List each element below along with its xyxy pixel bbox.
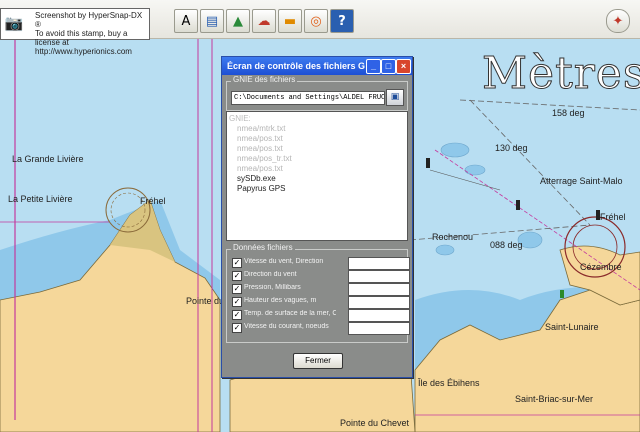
group-title: Données fichiers (231, 243, 295, 252)
maximize-icon[interactable]: □ (381, 59, 396, 74)
map-label: Île des Ébihens (418, 378, 480, 388)
minimize-icon[interactable]: _ (366, 59, 381, 74)
lifebuoy-icon[interactable]: ◎ (304, 9, 328, 33)
checkbox-label: Hauteur des vagues, m (244, 297, 317, 304)
map-label: Rochenou (432, 232, 474, 242)
dialog-title: Écran de contrôle des fichiers G... (227, 61, 365, 71)
tree-item[interactable]: Papyrus GPS (237, 184, 285, 193)
checkbox-label: Direction du vent (244, 271, 297, 278)
tree-item[interactable]: nmea/pos.txt (237, 144, 283, 153)
text-tool-icon[interactable]: A (174, 9, 198, 33)
checkbox[interactable]: ✓ (232, 323, 242, 333)
checkbox-label: Vitesse du vent, Direction (244, 258, 324, 265)
tree-root: GNIE: (229, 114, 251, 123)
map-label: Atterrage Saint-Malo (540, 176, 623, 186)
map-label: Pointe du Chevet (340, 418, 410, 428)
watermark-line: http://www.hyperionics.com (35, 47, 132, 56)
group-title: GNIE des fichiers (231, 75, 298, 84)
checkbox-label: Pression, Millibars (244, 284, 301, 291)
data-row-pressure[interactable]: ✓ Pression, Millibars (232, 283, 410, 296)
data-row-current-speed[interactable]: ✓ Vitesse du courant, noeuds (232, 322, 410, 335)
gps-icon[interactable]: ▬ (278, 9, 302, 33)
checkbox[interactable]: ✓ (232, 297, 242, 307)
checkbox[interactable]: ✓ (232, 310, 242, 320)
map-label: Fréhel (600, 212, 626, 222)
weather-icon[interactable]: ☁ (252, 9, 276, 33)
close-icon[interactable]: × (396, 59, 411, 74)
help-icon[interactable]: ? (330, 9, 354, 33)
watermark-line: Screenshot by HyperSnap-DX ® (35, 11, 143, 29)
map-label: La Petite Livière (8, 194, 73, 204)
map-label: Cézembre (580, 262, 622, 272)
gnie-file-tree[interactable]: GNIE: nmea/mtrk.txt nmea/pos.txt nmea/po… (226, 111, 408, 241)
tree-item[interactable]: nmea/pos.txt (237, 134, 283, 143)
hypersnap-watermark: 📷 Screenshot by HyperSnap-DX ® To avoid … (0, 8, 150, 56)
checkbox-label: Temp. de surface de la mer, C (244, 310, 336, 317)
chart-layers-icon[interactable]: ▤ (200, 9, 224, 33)
watermark-line: To avoid this stamp, buy a license at (35, 29, 128, 47)
map-label: Fréhel (140, 196, 166, 206)
close-button[interactable]: Fermer (293, 353, 343, 369)
map-label: Saint-Briac-sur-Mer (515, 394, 594, 404)
tree-item[interactable]: nmea/pos.txt (237, 164, 283, 173)
camera-icon: 📷 (4, 15, 24, 32)
value-field[interactable] (348, 283, 410, 296)
unit-label: Mètres (481, 48, 640, 100)
map-label: 130 deg (495, 143, 528, 153)
checkbox[interactable]: ✓ (232, 271, 242, 281)
grib-control-dialog: Écran de contrôle des fichiers G... _ □ … (221, 56, 413, 378)
path-field[interactable]: C:\Documents and Settings\ALDEL FRUCTES\ (231, 91, 385, 105)
map-label: 158 deg (552, 108, 585, 118)
map-label: La Grande Livière (12, 154, 84, 164)
value-field[interactable] (348, 257, 410, 270)
data-row-wave-height[interactable]: ✓ Hauteur des vagues, m (232, 296, 410, 309)
data-row-sea-temp[interactable]: ✓ Temp. de surface de la mer, C (232, 309, 410, 322)
tide-icon[interactable]: ▲ (226, 9, 250, 33)
map-label: 088 deg (490, 240, 523, 250)
value-field[interactable] (348, 322, 410, 335)
data-row-wind-speed[interactable]: ✓ Vitesse du vent, Direction (232, 257, 410, 270)
value-field[interactable] (348, 309, 410, 322)
checkbox[interactable]: ✓ (232, 284, 242, 294)
tree-item[interactable]: nmea/mtrk.txt (237, 124, 285, 133)
dialog-titlebar[interactable]: Écran de contrôle des fichiers G... _ □ … (222, 57, 412, 75)
tree-item[interactable]: sySDb.exe (237, 174, 276, 183)
value-field[interactable] (348, 270, 410, 283)
data-row-wind-direction[interactable]: ✓ Direction du vent (232, 270, 410, 283)
tree-item[interactable]: nmea/pos_tr.txt (237, 154, 292, 163)
value-field[interactable] (348, 296, 410, 309)
compass-icon[interactable]: ✦ (606, 9, 630, 33)
map-label: Saint-Lunaire (545, 322, 599, 332)
checkbox[interactable]: ✓ (232, 258, 242, 268)
checkbox-label: Vitesse du courant, noeuds (244, 323, 329, 330)
browse-folder-icon[interactable]: ▣ (386, 89, 404, 106)
